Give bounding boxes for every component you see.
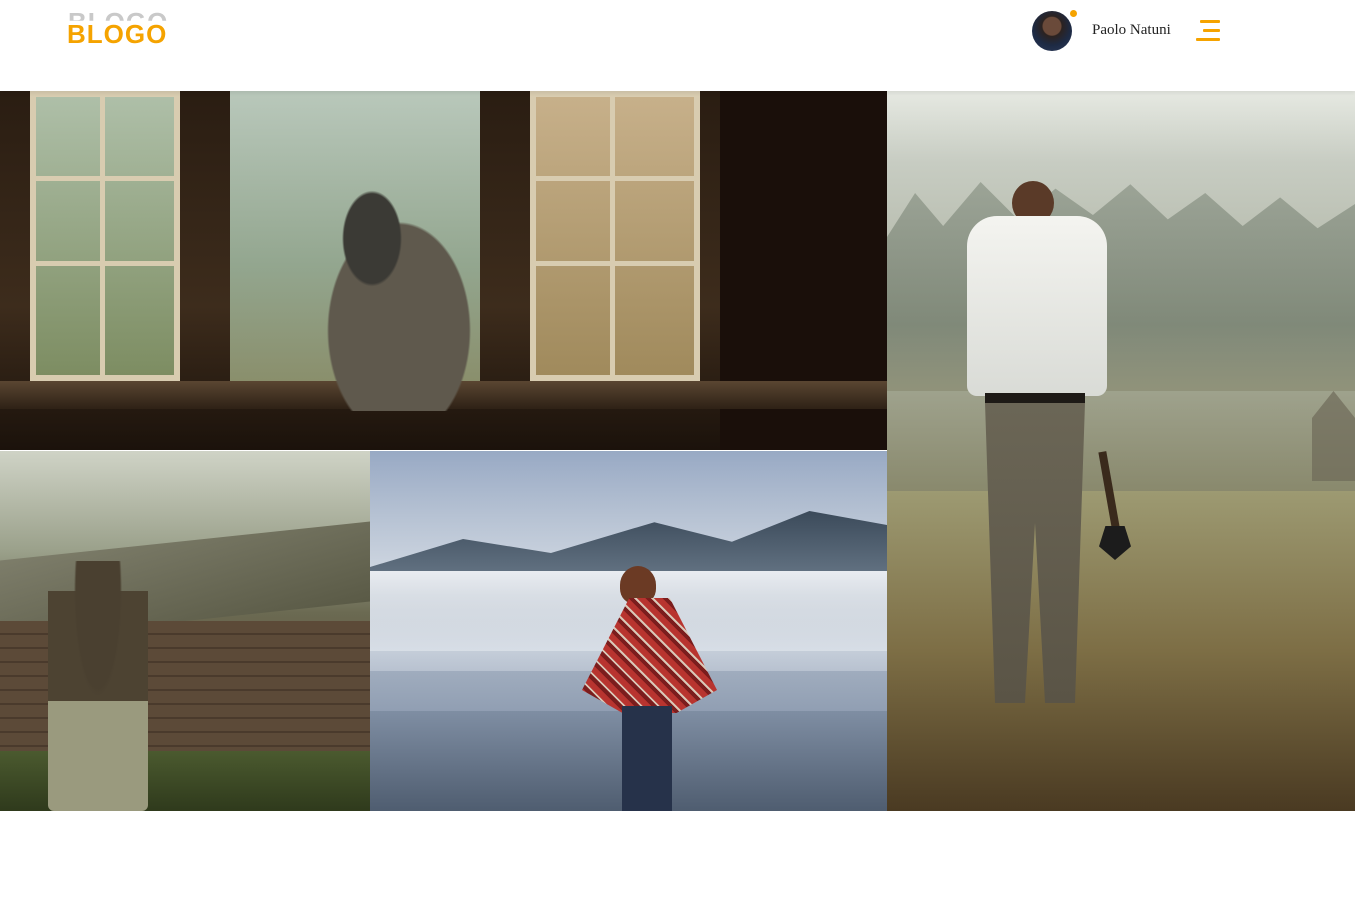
window-right	[530, 91, 700, 381]
foggy-treeline	[887, 182, 1355, 391]
hooded-person	[48, 561, 148, 811]
gallery-tile-ruined-house[interactable]	[0, 451, 370, 811]
window-frame	[610, 91, 615, 381]
hamburger-menu-icon[interactable]	[1196, 20, 1220, 42]
user-name[interactable]: Paolo Natuni	[1092, 22, 1171, 39]
photo-gallery	[0, 91, 1355, 811]
sitting-person	[300, 181, 480, 411]
window-left	[30, 91, 180, 381]
menu-bar	[1203, 29, 1220, 32]
plaid-poncho	[582, 598, 717, 713]
walking-man	[967, 181, 1131, 741]
window-frame	[30, 261, 180, 266]
white-shirt	[967, 216, 1107, 396]
window-frame	[530, 261, 700, 266]
jeans	[622, 706, 672, 811]
avatar-image	[1032, 11, 1072, 51]
pants	[985, 403, 1085, 703]
menu-bar	[1200, 20, 1220, 23]
menu-bar	[1196, 38, 1220, 41]
site-logo[interactable]: BLOGO BLOGO	[67, 8, 179, 48]
window-frame	[100, 91, 105, 381]
site-header: BLOGO BLOGO Paolo Natuni	[0, 0, 1355, 91]
gallery-tile-window-scene[interactable]	[0, 91, 887, 450]
user-avatar[interactable]	[1032, 10, 1077, 51]
gallery-tile-man-with-axe[interactable]	[887, 91, 1355, 811]
window-frame	[530, 176, 700, 181]
gallery-tile-misty-lake[interactable]	[370, 451, 887, 811]
distant-cabin	[1312, 391, 1355, 481]
belt	[985, 393, 1085, 403]
window-frame	[30, 176, 180, 181]
online-status-dot	[1070, 10, 1077, 17]
person-in-poncho	[582, 566, 717, 811]
logo-text: BLOGO	[67, 19, 168, 49]
